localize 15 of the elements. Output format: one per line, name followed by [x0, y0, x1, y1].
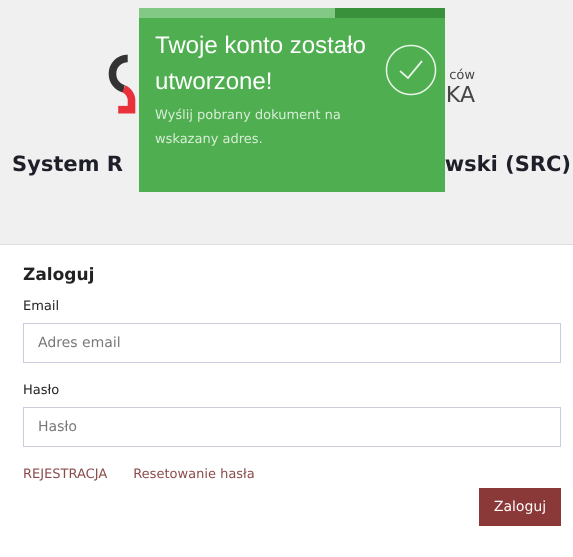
field-label: Hasło — [23, 383, 60, 398]
logo-text: KA — [446, 83, 475, 109]
link[interactable]: Resetowanie hasła — [133, 467, 255, 482]
input-field[interactable]: Hasło — [23, 407, 561, 447]
check-circle-icon — [385, 44, 437, 96]
field-label: Email — [23, 299, 60, 314]
toast-message: Wyślij pobrany dokument na wskazany adres. — [155, 107, 342, 149]
page-title: System R — [12, 152, 123, 176]
link[interactable]: REJESTRACJA — [23, 467, 108, 482]
toast-title: Twoje konto zostało utworzone! — [155, 31, 367, 97]
login-button[interactable]: Zaloguj — [479, 488, 561, 526]
input-field[interactable]: Adres email — [23, 323, 561, 363]
form-heading: Zaloguj — [23, 265, 96, 285]
page-title: wski (SRC) — [444, 152, 571, 176]
logo-text: ców — [449, 68, 475, 83]
